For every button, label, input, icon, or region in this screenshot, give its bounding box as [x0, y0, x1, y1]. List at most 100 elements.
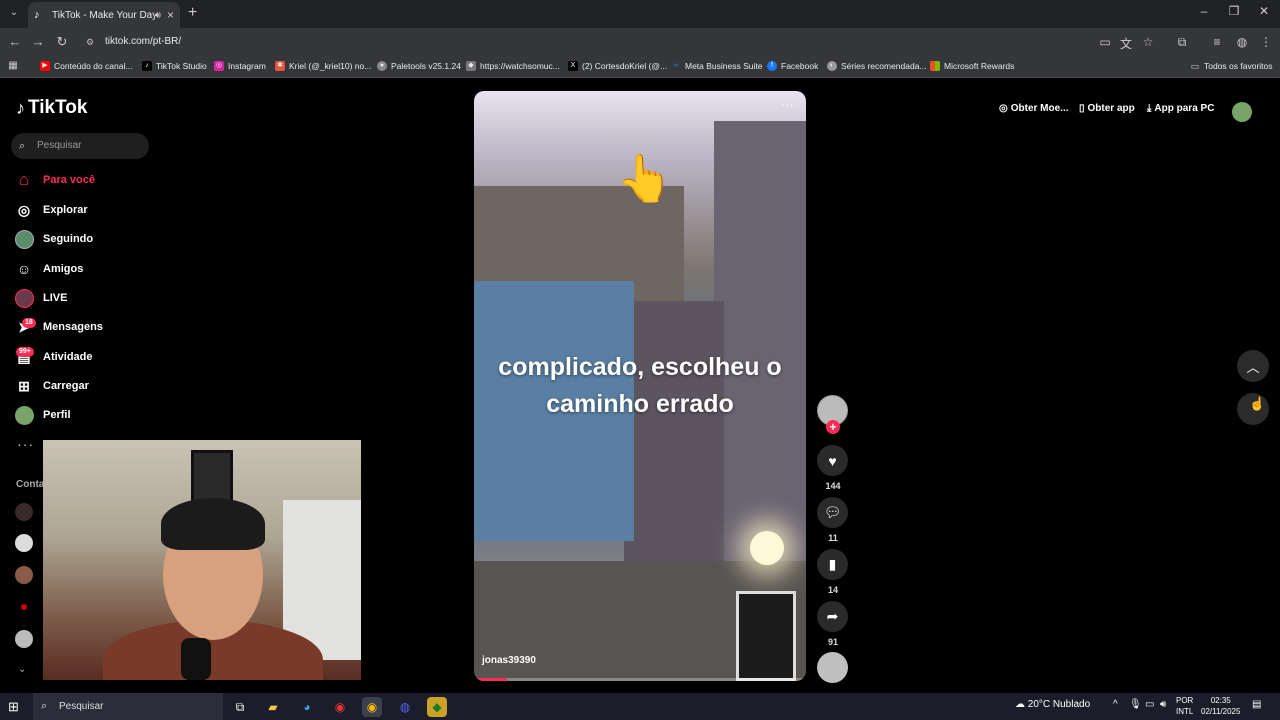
translate-icon[interactable]: 文 [1118, 35, 1134, 52]
bookmark-star-icon[interactable]: ☆ [1140, 35, 1156, 49]
nav-upload[interactable]: ⊞ Carregar [14, 374, 89, 398]
taskbar-clock[interactable]: 02:35 02/11/2025 [1201, 695, 1240, 717]
bookmark-item[interactable]: Microsoft Rewards [930, 61, 1014, 71]
compass-icon: ◎ [17, 201, 31, 218]
get-coins-button[interactable]: ◎ Obter Moe... [999, 103, 1069, 114]
sound-avatar[interactable] [817, 652, 848, 683]
bookmark-item[interactable]: f Facebook [767, 61, 818, 71]
task-view-icon[interactable]: ⧉ [230, 697, 250, 717]
following-avatar-icon [14, 229, 34, 249]
nav-following[interactable]: Seguindo [14, 227, 93, 251]
bookmark-item[interactable]: ♪ TikTok Studio [142, 61, 207, 71]
user-avatar[interactable] [1232, 102, 1252, 122]
pc-app-button[interactable]: ⤓ App para PC [1147, 103, 1214, 114]
paletools-icon: ● [377, 61, 387, 71]
taskbar-search[interactable]: ⌕ Pesquisar [33, 693, 223, 720]
game-icon[interactable]: ◆ [427, 697, 447, 717]
bookmark-item[interactable]: X (2) CortesdoKriel (@... [568, 61, 667, 71]
forward-icon[interactable]: → [30, 34, 46, 49]
save-button[interactable]: ▮ [817, 549, 848, 580]
heart-icon: ♥ [828, 452, 837, 469]
discord-icon[interactable]: ◍ [395, 697, 415, 717]
nav-profile[interactable]: Perfil [14, 403, 71, 427]
nav-for-you[interactable]: ⌂ Para você [14, 168, 95, 192]
install-app-icon[interactable]: ▭ [1097, 35, 1113, 49]
windows-start-icon[interactable]: ⊞ [8, 699, 19, 715]
file-explorer-icon[interactable]: ▰ [263, 697, 283, 717]
folder-icon: ▭ [1190, 61, 1200, 71]
tab-search-chevron-icon[interactable]: ⌄ [6, 5, 22, 21]
video-progress-bar[interactable] [474, 678, 806, 681]
site-info-icon[interactable]: ⚙ [86, 37, 94, 48]
input-language[interactable]: POR INTL [1176, 695, 1193, 717]
follow-plus-icon[interactable]: + [826, 420, 840, 434]
video-player[interactable]: 👆 complicado, escolheu o caminho errado … [474, 91, 806, 681]
save-count: 14 [827, 585, 838, 595]
obs-icon[interactable]: ◉ [330, 697, 350, 717]
live-avatar-icon [14, 288, 34, 308]
video-more-icon[interactable]: ··· [781, 97, 794, 112]
nav-live[interactable]: LIVE [14, 286, 67, 310]
address-bar-row: ← → ↻ tiktok.com/pt-BR/ ⚙ ▭ 文 ☆ ⧉ ≡ ◍ ⋮ [0, 28, 1280, 56]
url-input[interactable]: tiktok.com/pt-BR/ [80, 31, 1167, 53]
tray-chevron-icon[interactable]: ^ [1113, 699, 1118, 710]
hand-cursor-icon: ☝ [1249, 396, 1266, 411]
speaker-icon[interactable]: 🔊︎ [155, 10, 161, 21]
previous-video-button[interactable]: ︿ [1237, 350, 1269, 382]
bookmark-item[interactable]: ∞ Meta Business Suite [671, 61, 763, 71]
bookmark-item[interactable]: ✱ Kriel (@_kriel10) no... [275, 61, 371, 71]
browser-profile-icon[interactable]: ◍ [1234, 35, 1250, 49]
apps-grid-icon[interactable]: ▦ [8, 61, 22, 71]
new-tab-button[interactable]: + [188, 5, 197, 21]
close-tab-icon[interactable]: × [167, 8, 174, 22]
account-avatar[interactable] [15, 566, 33, 584]
more-button[interactable]: ··· [17, 436, 34, 452]
microphone-icon [181, 638, 211, 680]
weather-widget[interactable]: ☁ 20°C Nublado [1015, 699, 1090, 710]
tiktok-logo[interactable]: ♪ TikTok [16, 97, 87, 119]
chevron-down-icon[interactable]: ⌄ [18, 664, 26, 675]
pointing-hand-emoji: 👆 [616, 152, 674, 204]
account-avatar[interactable] [15, 534, 33, 552]
comment-icon: 💬︎ [823, 504, 842, 520]
bookmark-item[interactable]: ◆ https://watchsomuc... [466, 61, 560, 71]
bookmark-item[interactable]: ▶ Conteúdo do canal... [40, 61, 132, 71]
nav-explore[interactable]: ◎ Explorar [14, 198, 88, 222]
restore-icon[interactable]: ❐ [1226, 4, 1242, 18]
search-input[interactable]: ⌕ Pesquisar [11, 133, 149, 159]
reload-icon[interactable]: ↻ [54, 34, 70, 50]
media-control-icon[interactable]: ≡ [1209, 35, 1225, 49]
account-avatar[interactable] [15, 630, 33, 648]
video-author[interactable]: jonas39390 [482, 655, 536, 666]
tiktok-favicon-icon: ♪ [34, 9, 40, 21]
all-favorites-folder[interactable]: ▭ Todos os favoritos [1190, 61, 1273, 71]
account-avatar[interactable] [15, 598, 33, 616]
search-icon: ⌕ [19, 140, 26, 152]
volume-icon[interactable]: 🔊︎ [1160, 699, 1166, 710]
back-icon[interactable]: ← [7, 34, 23, 49]
mic-tray-icon[interactable]: 🎙︎ [1129, 699, 1142, 710]
edge-icon[interactable]: ◕ [297, 697, 317, 717]
bookmark-item[interactable]: ● Paletools v25.1.24 [377, 61, 461, 71]
bookmark-item[interactable]: ◐ Séries recomendada... [827, 61, 927, 71]
extensions-icon[interactable]: ⧉ [1174, 35, 1190, 50]
like-button[interactable]: ♥ [817, 445, 848, 476]
messages-badge: 18 [22, 318, 36, 328]
chrome-icon[interactable]: ◉ [362, 697, 382, 717]
browser-menu-icon[interactable]: ⋮ [1258, 35, 1274, 49]
share-button[interactable]: ➦ [817, 601, 848, 632]
close-window-icon[interactable]: ✕ [1256, 4, 1272, 18]
tab-tiktok[interactable]: ♪ TikTok - Make Your Day 🔊︎ × [28, 2, 180, 28]
get-app-button[interactable]: ▯ Obter app [1079, 103, 1135, 114]
comment-button[interactable]: 💬︎ [817, 497, 848, 528]
minimize-icon[interactable]: – [1196, 4, 1212, 18]
tiktok-icon: ♪ [142, 61, 152, 71]
bookmark-item[interactable]: ◎ Instagram [214, 61, 266, 71]
nav-friends[interactable]: ☺ Amigos [14, 257, 84, 281]
notifications-icon[interactable]: ▤ [1252, 699, 1261, 710]
globe-icon: ◐ [827, 61, 837, 71]
microsoft-icon [930, 61, 940, 71]
activity-badge: 99+ [16, 347, 34, 357]
network-icon[interactable]: ▭ [1145, 699, 1154, 710]
account-avatar[interactable] [15, 503, 33, 521]
